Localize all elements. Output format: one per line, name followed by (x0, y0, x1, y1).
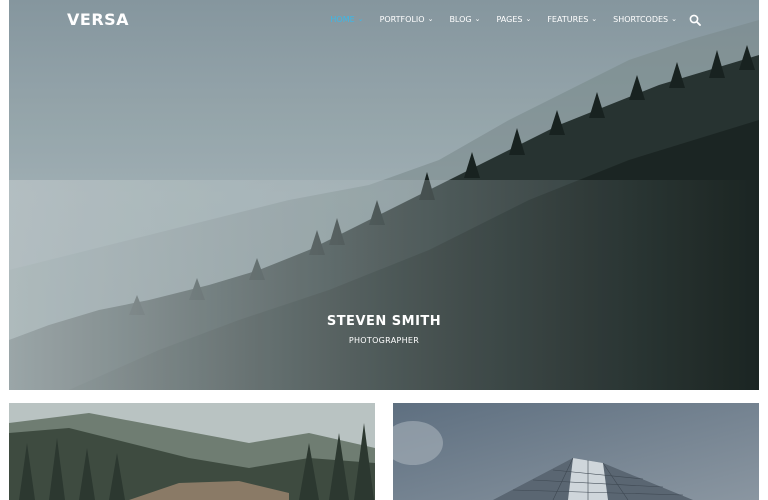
nav-item-label: SHORTCODES (613, 14, 669, 24)
nav-item-label: BLOG (449, 14, 472, 24)
hero-banner: VERSA HOME ⌄ PORTFOLIO ⌄ BLOG ⌄ PAGES ⌄ … (9, 0, 759, 390)
chevron-down-icon: ⌄ (591, 15, 598, 23)
chevron-down-icon: ⌄ (671, 15, 677, 23)
nav-item-pages[interactable]: PAGES ⌄ (496, 15, 531, 24)
portfolio-tile-forest[interactable] (9, 403, 375, 500)
chevron-down-icon: ⌄ (427, 15, 434, 23)
hero-caption: STEVEN SMITH PHOTOGRAPHER (9, 314, 759, 345)
main-menu: HOME ⌄ PORTFOLIO ⌄ BLOG ⌄ PAGES ⌄ FEATUR… (314, 13, 701, 26)
nav-item-label: FEATURES (547, 14, 589, 24)
nav-item-label: HOME (330, 14, 355, 24)
nav-item-shortcodes[interactable]: SHORTCODES ⌄ (613, 15, 677, 24)
hero-subtitle: PHOTOGRAPHER (348, 336, 420, 345)
nav-item-blog[interactable]: BLOG ⌄ (449, 15, 480, 24)
chevron-down-icon: ⌄ (525, 15, 532, 23)
skyscraper-image (393, 403, 759, 500)
forest-hillside-image (9, 403, 375, 500)
chevron-down-icon: ⌄ (474, 15, 481, 23)
search-icon[interactable] (689, 13, 701, 26)
nav-item-label: PORTFOLIO (379, 14, 425, 24)
chevron-down-icon: ⌄ (357, 15, 364, 23)
hero-title: STEVEN SMITH (326, 314, 442, 329)
site-logo[interactable]: VERSA (67, 10, 129, 29)
nav-item-home[interactable]: HOME ⌄ (330, 15, 363, 24)
top-navigation: VERSA HOME ⌄ PORTFOLIO ⌄ BLOG ⌄ PAGES ⌄ … (9, 0, 759, 40)
nav-item-portfolio[interactable]: PORTFOLIO ⌄ (380, 15, 434, 24)
portfolio-tile-building[interactable] (393, 403, 759, 500)
nav-item-features[interactable]: FEATURES ⌄ (547, 15, 597, 24)
nav-item-label: PAGES (496, 14, 523, 24)
